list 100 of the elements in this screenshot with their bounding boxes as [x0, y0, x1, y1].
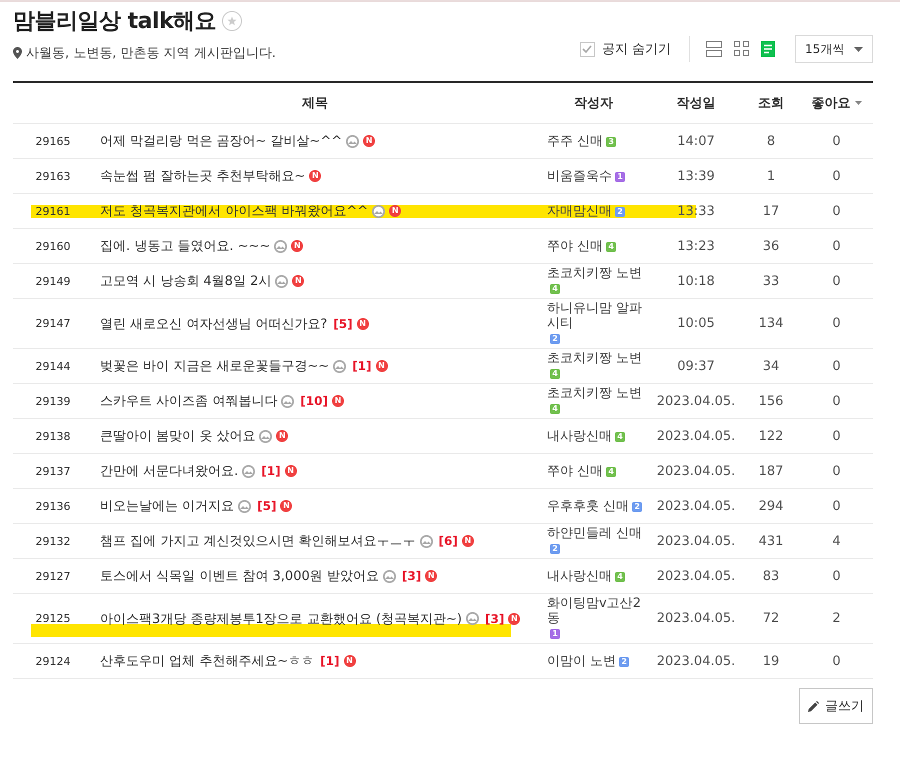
view-count: 36 — [762, 238, 780, 254]
author-name[interactable]: 이맘이 노변 — [547, 654, 616, 668]
grade-badge: 4 — [615, 432, 625, 442]
author-name[interactable]: 초코치키짱 노변 — [547, 266, 642, 281]
post-title-link[interactable]: 챔프 집에 가지고 계신것있으시면 확인해보셔요ㅜㅡㅜ — [100, 532, 416, 550]
board-title: 맘블리일상 talk해요 — [13, 8, 216, 36]
author-name[interactable]: 내사랑신매 — [547, 568, 612, 584]
post-title-link[interactable]: 벚꽃은 바이 지금은 새로운꽃들구경~~ — [100, 357, 330, 375]
grade-badge: 4 — [550, 369, 560, 379]
sort-column-header[interactable]: 좋아요 — [800, 94, 873, 112]
like-count: 0 — [831, 358, 842, 374]
comment-count[interactable]: [10] — [300, 394, 328, 408]
page-size-select[interactable]: 15개씩 — [795, 35, 873, 63]
new-badge: N — [425, 570, 438, 582]
post-title-link[interactable]: 고모역 시 낭송회 4월8일 2시 — [100, 272, 272, 290]
caret-icon — [854, 46, 863, 52]
post-number: 29139 — [34, 394, 72, 408]
new-badge: N — [309, 170, 322, 182]
list-view-icon[interactable] — [761, 41, 775, 57]
post-title-link[interactable]: 큰딸아이 봄맞이 옷 샀어요 — [100, 427, 256, 445]
author-name[interactable]: 하얀민들레 신매 — [547, 526, 642, 541]
post-number: 29163 — [34, 170, 72, 182]
comment-count[interactable]: [3] — [402, 569, 422, 583]
location-pin-icon — [13, 47, 22, 59]
author-name[interactable]: 자매맘신매 — [547, 204, 612, 218]
grade-badge: 1 — [615, 172, 625, 182]
post-title-link[interactable]: 열린 새로오신 여자선생님 어떠신가요? — [100, 314, 328, 332]
post-date: 13:23 — [676, 238, 716, 254]
like-count: 4 — [831, 534, 842, 548]
author-name[interactable]: 우후후훗 신매 — [547, 498, 630, 514]
post-date: 14:07 — [676, 134, 716, 148]
post-title-link[interactable]: 아이스팩3개당 종량제봉투1장으로 교환했어요 (청곡복지관~) — [100, 610, 462, 628]
post-number: 29161 — [34, 204, 72, 218]
grade-badge: 4 — [550, 284, 560, 294]
post-title-link[interactable]: 집에. 냉동고 들였어요. ~~~ — [100, 237, 270, 255]
checkbox-icon[interactable] — [580, 42, 595, 56]
author-name[interactable]: 쭈야 신매 — [547, 464, 604, 478]
author-name[interactable]: 초코치키짱 노변 — [547, 386, 642, 401]
post-title-link[interactable]: 저도 청곡복지관에서 아이스팩 바꿔왔어요^^ — [100, 202, 368, 220]
post-number: 29125 — [34, 612, 72, 625]
like-count: 0 — [831, 316, 842, 331]
grade-badge: 4 — [615, 572, 625, 582]
view-count: 1 — [766, 168, 776, 184]
new-badge: N — [363, 135, 376, 147]
post-title-link[interactable]: 스카우트 사이즈좀 여쭤봅니다 — [100, 392, 278, 410]
like-count: 0 — [831, 654, 842, 668]
caret-icon — [854, 101, 862, 105]
grade-badge: 1 — [550, 629, 560, 639]
grade-badge: 2 — [632, 502, 642, 512]
new-badge: N — [462, 535, 474, 547]
new-badge: N — [376, 360, 388, 372]
comment-count[interactable]: [6] — [438, 534, 458, 548]
post-title-link[interactable]: 속눈썹 펌 잘하는곳 추천부탁해요~ — [100, 167, 306, 185]
post-date: 2023.04.05. — [656, 568, 736, 584]
post-date: 09:37 — [676, 358, 716, 374]
comment-count[interactable]: [1] — [352, 359, 372, 373]
author-name[interactable]: 내사랑신매 — [547, 428, 612, 444]
view-count: 122 — [758, 428, 784, 444]
grade-badge: 2 — [615, 206, 625, 216]
comment-count[interactable]: [5] — [333, 316, 353, 330]
card-view-icon[interactable] — [706, 41, 722, 57]
author-name[interactable]: 하니유니맘 알파시티 — [547, 301, 646, 331]
view-count: 34 — [762, 358, 780, 374]
post-number: 29127 — [34, 570, 72, 582]
comment-count[interactable]: [1] — [261, 464, 281, 478]
view-count: 294 — [758, 498, 784, 514]
comment-count[interactable]: [3] — [484, 612, 504, 626]
author-name[interactable]: 비움즐욱수 — [547, 168, 612, 184]
album-view-icon[interactable] — [734, 41, 749, 57]
like-count: 0 — [831, 204, 842, 218]
post-number: 29165 — [34, 134, 72, 148]
post-date: 10:18 — [676, 274, 716, 288]
column-header: 제목 — [301, 95, 329, 112]
column-header: 조회 — [757, 95, 785, 112]
new-badge: N — [284, 465, 297, 477]
grade-badge: 4 — [606, 242, 616, 252]
view-count: 134 — [758, 316, 784, 331]
post-title-link[interactable]: 어제 막걸리랑 먹은 곰장어~ 갈비살~^^ — [100, 132, 342, 150]
grade-badge: 3 — [606, 136, 616, 146]
author-name[interactable]: 초코치키짱 노변 — [547, 351, 642, 366]
view-count: 17 — [762, 204, 780, 218]
grade-badge: 4 — [606, 466, 616, 476]
write-button[interactable]: 글쓰기 — [799, 688, 873, 724]
post-title-link[interactable]: 산후도우미 업체 추천해주세요~ㅎㅎ — [100, 652, 314, 670]
author-name[interactable]: 쭈야 신매 — [547, 238, 604, 254]
comment-count[interactable]: [5] — [257, 499, 276, 513]
post-title-link[interactable]: 토스에서 식목일 이벤트 참여 3,000원 받았어요 — [100, 567, 379, 585]
author-name[interactable]: 주주 신매 — [547, 134, 604, 148]
comment-count[interactable]: [1] — [320, 654, 340, 668]
post-date: 2023.04.05. — [656, 611, 736, 626]
hide-notice-checkbox[interactable]: 공지 숨기기 — [580, 40, 671, 58]
like-count: 0 — [831, 464, 842, 478]
like-count: 0 — [831, 274, 842, 288]
new-badge: N — [276, 430, 288, 442]
author-name[interactable]: 화이팅맘v고산2동 — [547, 596, 646, 626]
post-title-link[interactable]: 비오는날에는 이거지요 — [100, 497, 234, 515]
post-title-link[interactable]: 간만에 서문다녀왔어요. — [100, 462, 238, 480]
new-badge: N — [356, 318, 369, 330]
view-count: 431 — [758, 534, 784, 548]
board-description: 사월동, 노변동, 만촌동 지역 게시판입니다. — [26, 45, 276, 62]
